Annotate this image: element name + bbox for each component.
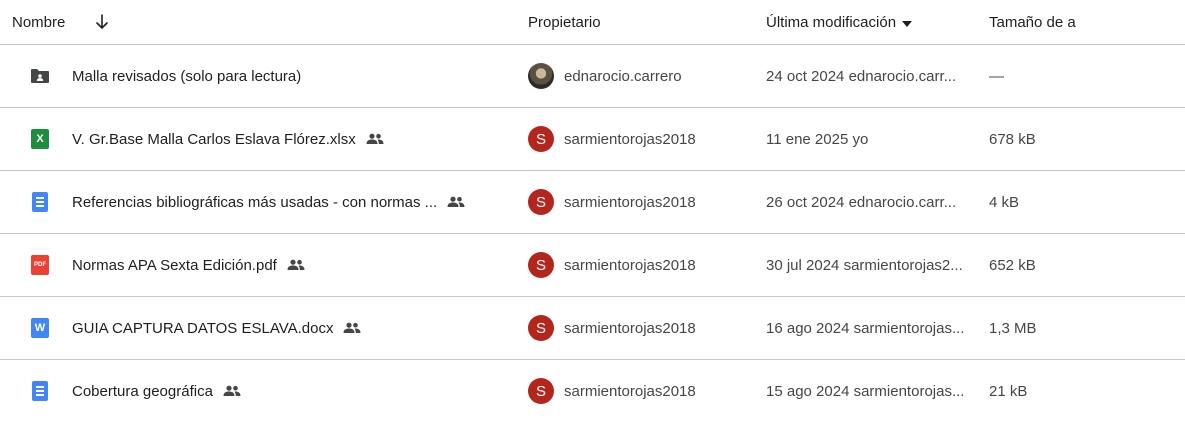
file-row[interactable]: W GUIA CAPTURA DATOS ESLAVA.docx S sarmi… xyxy=(0,297,1185,360)
file-name: V. Gr.Base Malla Carlos Eslava Flórez.xl… xyxy=(72,130,356,148)
file-name-cell: V. Gr.Base Malla Carlos Eslava Flórez.xl… xyxy=(72,108,384,170)
shared-folder-icon xyxy=(28,45,52,107)
last-modified: 24 oct 2024 ednarocio.carr... xyxy=(766,67,957,85)
owner-cell: S sarmientorojas2018 xyxy=(528,297,696,359)
file-list: Nombre Propietario Última modificación T… xyxy=(0,0,1185,422)
column-header-name[interactable]: Nombre xyxy=(12,0,65,44)
owner-avatar-initial: S xyxy=(528,126,554,152)
pdf-icon: PDF xyxy=(28,234,52,296)
file-row[interactable]: X V. Gr.Base Malla Carlos Eslava Flórez.… xyxy=(0,108,1185,171)
column-header-last-modified[interactable]: Última modificación xyxy=(766,0,913,44)
file-name: Referencias bibliográficas más usadas - … xyxy=(72,193,438,211)
owner-avatar-initial: S xyxy=(528,315,554,341)
shared-people-icon xyxy=(287,259,305,271)
google-docs-icon xyxy=(28,171,52,233)
excel-icon: X xyxy=(28,108,52,170)
file-size: 21 kB xyxy=(989,382,1028,400)
sort-arrow-down-icon[interactable] xyxy=(94,0,110,44)
file-size: 4 kB xyxy=(989,193,1020,211)
owner-name: sarmientorojas2018 xyxy=(564,319,696,337)
shared-people-icon xyxy=(447,196,465,208)
owner-avatar-initial: S xyxy=(528,252,554,278)
column-header-owner[interactable]: Propietario xyxy=(528,0,601,44)
last-modified: 30 jul 2024 sarmientorojas2... xyxy=(766,256,963,274)
file-size: — xyxy=(989,67,1004,85)
file-name-cell: Normas APA Sexta Edición.pdf xyxy=(72,234,305,296)
file-row[interactable]: Malla revisados (solo para lectura) edna… xyxy=(0,45,1185,108)
owner-cell: ednarocio.carrero xyxy=(528,45,682,107)
owner-name: sarmientorojas2018 xyxy=(564,130,696,148)
column-header-file-size[interactable]: Tamaño de a xyxy=(989,0,1079,44)
file-size: 678 kB xyxy=(989,130,1036,148)
file-name-cell: Cobertura geográfica xyxy=(72,360,241,422)
shared-people-icon xyxy=(366,133,384,145)
last-modified: 26 oct 2024 ednarocio.carr... xyxy=(766,193,957,211)
owner-avatar-photo xyxy=(528,63,554,89)
shared-people-icon xyxy=(343,322,361,334)
owner-name: sarmientorojas2018 xyxy=(564,193,696,211)
owner-avatar-initial: S xyxy=(528,378,554,404)
owner-cell: S sarmientorojas2018 xyxy=(528,108,696,170)
dropdown-triangle-icon xyxy=(902,14,913,31)
file-size: 1,3 MB xyxy=(989,319,1037,337)
file-size: 652 kB xyxy=(989,256,1036,274)
word-icon: W xyxy=(28,297,52,359)
file-row[interactable]: PDF Normas APA Sexta Edición.pdf S sarmi… xyxy=(0,234,1185,297)
owner-name: sarmientorojas2018 xyxy=(564,256,696,274)
shared-people-icon xyxy=(223,385,241,397)
file-name: GUIA CAPTURA DATOS ESLAVA.docx xyxy=(72,319,334,337)
file-name: Cobertura geográfica xyxy=(72,382,213,400)
column-header-last-modified-label: Última modificación xyxy=(766,13,897,31)
file-row[interactable]: Referencias bibliográficas más usadas - … xyxy=(0,171,1185,234)
file-name-cell: Malla revisados (solo para lectura) xyxy=(72,45,301,107)
owner-avatar-initial: S xyxy=(528,189,554,215)
file-name-cell: Referencias bibliográficas más usadas - … xyxy=(72,171,465,233)
last-modified: 16 ago 2024 sarmientorojas... xyxy=(766,319,965,337)
column-header-row: Nombre Propietario Última modificación T… xyxy=(0,0,1185,45)
file-name: Normas APA Sexta Edición.pdf xyxy=(72,256,277,274)
last-modified: 15 ago 2024 sarmientorojas... xyxy=(766,382,965,400)
google-docs-icon xyxy=(28,360,52,422)
owner-name: sarmientorojas2018 xyxy=(564,382,696,400)
file-name-cell: GUIA CAPTURA DATOS ESLAVA.docx xyxy=(72,297,361,359)
file-row[interactable]: Cobertura geográfica S sarmientorojas201… xyxy=(0,360,1185,422)
owner-cell: S sarmientorojas2018 xyxy=(528,360,696,422)
last-modified: 11 ene 2025 yo xyxy=(766,130,869,148)
file-name: Malla revisados (solo para lectura) xyxy=(72,67,302,85)
owner-name: ednarocio.carrero xyxy=(564,67,682,85)
owner-cell: S sarmientorojas2018 xyxy=(528,171,696,233)
owner-cell: S sarmientorojas2018 xyxy=(528,234,696,296)
